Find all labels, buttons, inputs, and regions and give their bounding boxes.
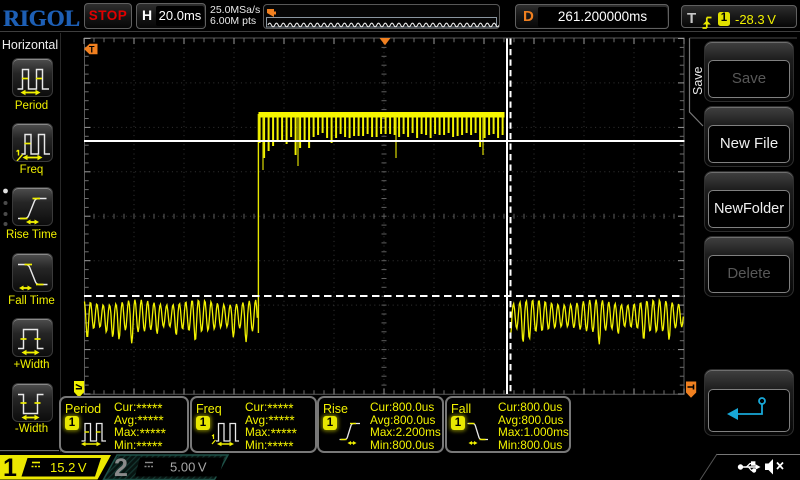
svg-text:15.2 V: 15.2 V (50, 460, 87, 475)
svg-text:5.00 V: 5.00 V (170, 460, 207, 475)
svg-text:1: 1 (3, 454, 17, 480)
svg-text:2: 2 (114, 454, 128, 480)
svg-text:T: T (89, 45, 95, 55)
